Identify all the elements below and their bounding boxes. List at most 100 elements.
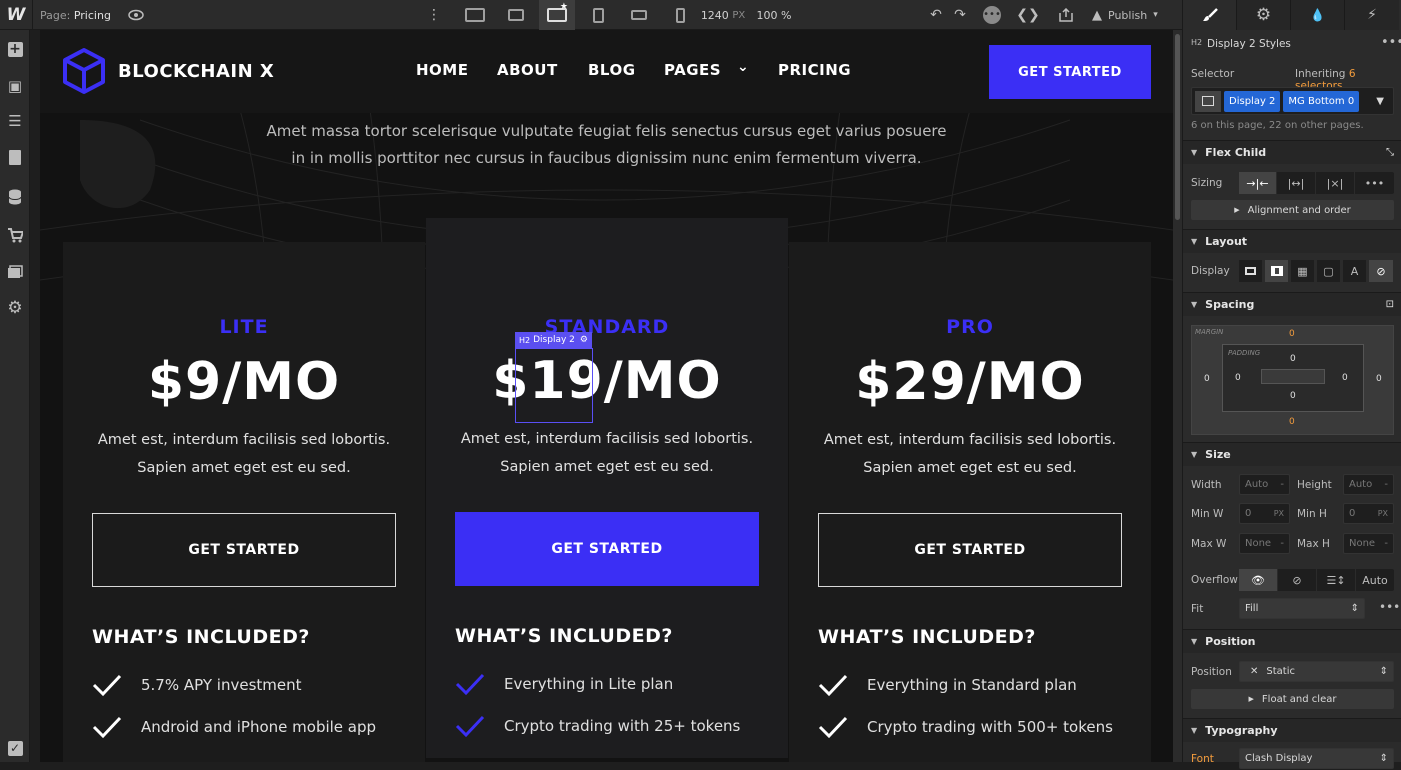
margin-top-value[interactable]: 0 [1289, 329, 1295, 339]
overflow-hidden-icon[interactable]: ⊘ [1278, 569, 1317, 591]
section-size[interactable]: ▼ Size [1183, 442, 1401, 466]
nav-about[interactable]: ABOUT [497, 61, 558, 79]
margin-left-value[interactable]: 0 [1204, 374, 1210, 384]
preview-eye-icon[interactable] [120, 0, 152, 30]
height-input[interactable]: Auto - [1343, 474, 1394, 495]
class-chip-mg-bottom-0[interactable]: MG Bottom 0 [1283, 90, 1360, 112]
padding-top-value[interactable]: 0 [1290, 354, 1296, 364]
sizing-grow-icon[interactable]: |↔| [1277, 172, 1316, 194]
sizing-none-icon[interactable]: |×| [1316, 172, 1355, 194]
more-options-icon[interactable]: ••• [1381, 35, 1401, 50]
margin-right-value[interactable]: 0 [1376, 374, 1382, 384]
nav-pages[interactable]: PAGES [664, 61, 721, 79]
nav-pricing[interactable]: PRICING [778, 61, 851, 79]
sizing-shrink-icon[interactable]: →|← [1239, 172, 1277, 194]
feature-item: Crypto trading with 25+ tokens [455, 714, 740, 738]
cms-database-icon[interactable] [5, 187, 25, 207]
breakpoint-phone-icon[interactable] [662, 0, 698, 30]
settings-gear-icon[interactable]: ⚙ [5, 298, 25, 318]
canvas-width[interactable]: 1240 PX [701, 0, 745, 30]
interactions-bolt-icon[interactable]: ⚡ [1345, 0, 1399, 30]
assets-icon[interactable] [5, 262, 25, 282]
redo-icon[interactable]: ↷ [950, 0, 970, 30]
sizing-more-icon[interactable]: ••• [1355, 172, 1394, 194]
get-started-button-lite[interactable]: GET STARTED [92, 513, 396, 587]
display-none-icon[interactable]: ⊘ [1369, 260, 1393, 282]
design-canvas[interactable]: BLOCKCHAIN X HOME ABOUT BLOG PAGES ⌄ PRI… [40, 30, 1173, 762]
element-settings-gear-icon[interactable]: ⚙ [1237, 0, 1291, 30]
overflow-visible-eye-icon[interactable]: 👁 [1239, 569, 1278, 591]
pages-icon[interactable] [5, 147, 25, 167]
canvas-scrollbar[interactable] [1173, 30, 1182, 762]
selected-element-tag[interactable]: H2 Display 2 ⚙ [515, 332, 592, 348]
overflow-auto[interactable]: Auto [1356, 569, 1394, 591]
intro-paragraph: Amet massa tortor scelerisque vulputate … [266, 122, 947, 167]
selector-type-icon[interactable] [1195, 90, 1221, 112]
section-flex-child[interactable]: ▼ Flex Child ⤡ [1183, 140, 1401, 164]
position-select[interactable]: ✕ Static ⇕ [1239, 661, 1394, 682]
add-elements-icon[interactable]: + [5, 39, 25, 59]
publish-button[interactable]: ▲ Publish ▾ [1092, 0, 1176, 30]
nav-blog[interactable]: BLOG [588, 61, 636, 79]
font-select[interactable]: Clash Display ⇕ [1239, 748, 1394, 769]
more-vertical-icon[interactable]: ⋮ [424, 0, 444, 30]
symbols-cube-icon[interactable]: ▣ [5, 76, 25, 96]
undo-icon[interactable]: ↶ [926, 0, 946, 30]
page-selector[interactable]: Page: Pricing [40, 0, 115, 30]
max-height-input[interactable]: None - [1343, 533, 1394, 554]
overflow-options[interactable]: 👁 ⊘ ☰↕ Auto [1239, 569, 1394, 591]
section-typography[interactable]: ▼ Typography [1183, 718, 1401, 742]
code-icon[interactable]: ❮❯ [1016, 0, 1040, 30]
overflow-scroll-icon[interactable]: ☰↕ [1317, 569, 1356, 591]
breakpoint-tablet-icon[interactable] [580, 0, 616, 30]
display-flex-icon[interactable] [1265, 260, 1289, 282]
float-clear-button[interactable]: ▶ Float and clear [1191, 689, 1394, 709]
margin-bottom-value[interactable]: 0 [1289, 417, 1295, 427]
section-spacing[interactable]: ▼ Spacing ⊡ [1183, 292, 1401, 316]
navigator-icon[interactable]: ☰ [5, 111, 25, 131]
audit-check-icon[interactable]: ✓ [5, 738, 25, 758]
fit-select[interactable]: Fill ⇕ [1239, 598, 1365, 619]
min-width-input[interactable]: 0 PX [1239, 503, 1290, 524]
fit-more-icon[interactable]: ••• [1379, 600, 1400, 614]
width-input[interactable]: Auto - [1239, 474, 1290, 495]
breakpoint-base-icon[interactable]: ★ [539, 0, 575, 30]
selector-dropdown-chevron-icon[interactable]: ▼ [1376, 96, 1384, 107]
zoom-level[interactable]: 100 % [756, 0, 792, 30]
get-started-button-pro[interactable]: GET STARTED [818, 513, 1122, 587]
style-panel: ⚙ 💧 ⚡ H2 Display 2 Styles ••• Selector I… [1182, 0, 1401, 769]
breakpoint-landscape-icon[interactable] [621, 0, 657, 30]
breakpoint-desktop-icon[interactable] [498, 0, 534, 30]
display-inline-block-icon[interactable]: ▢ [1317, 260, 1341, 282]
pages-chevron-down-icon[interactable]: ⌄ [737, 59, 749, 75]
display-block-icon[interactable] [1239, 260, 1263, 282]
comments-icon[interactable]: ••• [980, 0, 1004, 30]
nav-get-started-button[interactable]: GET STARTED [989, 45, 1151, 99]
section-layout[interactable]: ▼ Layout [1183, 229, 1401, 253]
max-width-input[interactable]: None - [1239, 533, 1290, 554]
style-brush-icon[interactable] [1183, 0, 1237, 30]
ecommerce-cart-icon[interactable] [5, 225, 25, 245]
class-chip-display-2[interactable]: Display 2 [1224, 90, 1281, 112]
margin-box[interactable]: MARGIN 0 0 0 0 PADDING 0 0 0 0 [1191, 325, 1394, 435]
style-manager-drops-icon[interactable]: 💧 [1291, 0, 1345, 30]
display-inline-icon[interactable]: A [1343, 260, 1367, 282]
padding-box[interactable]: PADDING 0 0 0 0 [1222, 344, 1364, 412]
display-options[interactable]: ▦ ▢ A ⊘ [1239, 260, 1394, 282]
sizing-options[interactable]: →|← |↔| |×| ••• [1239, 172, 1394, 194]
min-height-input[interactable]: 0 PX [1343, 503, 1394, 524]
alignment-order-button[interactable]: ▶ Alignment and order [1191, 200, 1394, 220]
export-icon[interactable] [1054, 0, 1078, 30]
display-grid-icon[interactable]: ▦ [1291, 260, 1315, 282]
site-navbar: BLOCKCHAIN X HOME ABOUT BLOG PAGES ⌄ PRI… [40, 30, 1173, 113]
section-position[interactable]: ▼ Position [1183, 629, 1401, 653]
selector-field[interactable]: Display 2 MG Bottom 0 ▼ [1191, 87, 1394, 115]
nav-home[interactable]: HOME [416, 61, 468, 79]
breakpoint-large-icon[interactable] [457, 0, 493, 30]
plan-price[interactable]: $19/MO [426, 351, 788, 411]
webflow-logo[interactable]: W [0, 0, 32, 30]
padding-left-value[interactable]: 0 [1235, 373, 1241, 383]
padding-right-value[interactable]: 0 [1342, 373, 1348, 383]
padding-bottom-value[interactable]: 0 [1290, 391, 1296, 401]
get-started-button-standard[interactable]: GET STARTED [455, 512, 759, 586]
